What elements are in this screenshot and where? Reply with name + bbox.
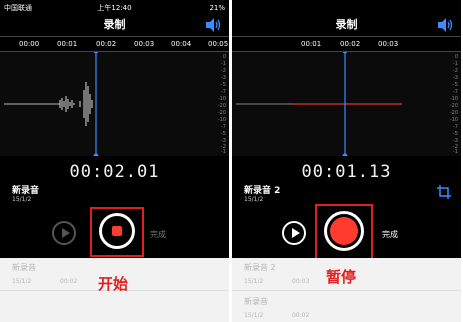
db-scale-label: -3 bbox=[453, 75, 458, 81]
elapsed-timer: 00:02.01 bbox=[69, 162, 160, 182]
left-phone-screen: 中国联通 上午12:40 21% 录制 00:00 00:01 00:02 00… bbox=[0, 0, 229, 322]
list-item-name: 新录音 2 bbox=[244, 263, 276, 272]
battery-label: 21% bbox=[209, 4, 225, 12]
timeline-tick: 00:02 bbox=[340, 40, 361, 48]
db-scale-label: -7 bbox=[221, 89, 226, 95]
page: 中国联通 上午12:40 21% 录制 00:00 00:01 00:02 00… bbox=[0, 0, 463, 322]
play-button[interactable] bbox=[282, 221, 306, 245]
recording-date: 15/1/2 bbox=[12, 196, 32, 203]
db-scale-label: -10 bbox=[217, 117, 226, 123]
recording-date: 15/1/2 bbox=[244, 196, 264, 203]
db-scale-label: 0 bbox=[222, 54, 226, 60]
recordings-list: 新录音 2 15/1/2 00:03 新录音 15/1/2 00:02 暂停 bbox=[232, 258, 461, 322]
list-item-duration: 00:02 bbox=[292, 312, 310, 319]
db-scale-label: -3 bbox=[221, 75, 226, 81]
page-title: 录制 bbox=[335, 18, 358, 31]
status-time: 上午12:40 bbox=[97, 4, 132, 12]
speaker-icon[interactable] bbox=[436, 17, 454, 33]
list-item[interactable]: 新录音 15/1/2 00:02 bbox=[232, 291, 461, 322]
done-button[interactable]: 完成 bbox=[150, 229, 166, 240]
play-icon bbox=[292, 228, 300, 238]
recordings-list: 新录音 15/1/2 00:02 开始 bbox=[0, 258, 229, 322]
right-phone-screen: 录制 00:01 00:02 00:03 0 -1 -2 -3 -5 -7 -1… bbox=[232, 0, 461, 322]
done-button[interactable]: 完成 bbox=[382, 229, 398, 240]
db-scale-label: -5 bbox=[221, 131, 226, 137]
list-item-date: 15/1/2 bbox=[12, 278, 32, 285]
record-icon bbox=[330, 217, 358, 245]
db-scale-label: -20 bbox=[217, 103, 226, 109]
timeline-tick: 00:00 bbox=[19, 40, 40, 48]
waveform-area: 0 -1 -2 -3 -5 -7 -10 -20 -20 -10 -7 -5 -… bbox=[0, 52, 229, 156]
timeline-tick: 00:05 bbox=[208, 40, 229, 48]
db-scale-label: -5 bbox=[453, 131, 458, 137]
db-scale-label: -20 bbox=[449, 110, 458, 116]
recording-name[interactable]: 新录音 2 bbox=[244, 183, 280, 196]
db-scale-label: -10 bbox=[449, 117, 458, 123]
db-scale-label: -20 bbox=[449, 103, 458, 109]
recording-name[interactable]: 新录音 bbox=[12, 183, 39, 196]
list-item-duration: 00:03 bbox=[292, 278, 310, 285]
db-scale-label: -5 bbox=[453, 82, 458, 88]
timeline-tick: 00:01 bbox=[57, 40, 78, 48]
timeline-tick: 00:03 bbox=[378, 40, 399, 48]
db-scale-label: -7 bbox=[221, 124, 226, 130]
timeline-tick: 00:01 bbox=[301, 40, 322, 48]
db-scale-label: -2 bbox=[221, 68, 226, 74]
list-item-duration: 00:02 bbox=[60, 278, 78, 285]
list-item-date: 15/1/2 bbox=[244, 312, 264, 319]
timeline-ruler: 00:01 00:02 00:03 bbox=[232, 36, 461, 52]
record-stop-button[interactable] bbox=[99, 213, 135, 249]
list-item-name: 新录音 bbox=[12, 263, 36, 272]
timeline-tick: 00:02 bbox=[96, 40, 117, 48]
page-title: 录制 bbox=[103, 18, 126, 31]
db-scale-label: -10 bbox=[449, 96, 458, 102]
db-scale-label: 0 bbox=[454, 54, 458, 60]
stop-icon bbox=[112, 226, 122, 236]
timeline-tick: 00:03 bbox=[134, 40, 155, 48]
play-icon bbox=[62, 228, 70, 238]
db-scale-label: -10 bbox=[217, 96, 226, 102]
db-scale-label: -1 bbox=[453, 149, 458, 155]
record-pause-button[interactable] bbox=[324, 211, 364, 251]
elapsed-timer: 00:01.13 bbox=[301, 162, 392, 182]
waveform-area: 0 -1 -2 -3 -5 -7 -10 -20 -20 -10 -7 -5 -… bbox=[232, 52, 461, 156]
pause-caption: 暂停 bbox=[326, 268, 357, 286]
timeline-ruler: 00:00 00:01 00:02 00:03 00:04 00:05 bbox=[0, 36, 229, 52]
speaker-icon[interactable] bbox=[204, 17, 222, 33]
db-scale-label: -2 bbox=[453, 68, 458, 74]
db-scale-label: -20 bbox=[217, 110, 226, 116]
db-scale-label: -5 bbox=[221, 82, 226, 88]
db-scale-label: -1 bbox=[221, 149, 226, 155]
waveform bbox=[236, 52, 402, 156]
status-bar: 中国联通 上午12:40 21% bbox=[0, 2, 229, 14]
timeline-tick: 00:04 bbox=[171, 40, 192, 48]
db-scale-label: -7 bbox=[453, 124, 458, 130]
start-caption: 开始 bbox=[98, 275, 129, 293]
list-item-date: 15/1/2 bbox=[244, 278, 264, 285]
list-item-name: 新录音 bbox=[244, 297, 268, 306]
db-scale-label: -7 bbox=[453, 89, 458, 95]
waveform bbox=[4, 52, 99, 156]
crop-icon[interactable] bbox=[437, 185, 451, 199]
play-button[interactable] bbox=[52, 221, 76, 245]
db-scale-label: -1 bbox=[221, 61, 226, 67]
db-scale-label: -1 bbox=[453, 61, 458, 67]
